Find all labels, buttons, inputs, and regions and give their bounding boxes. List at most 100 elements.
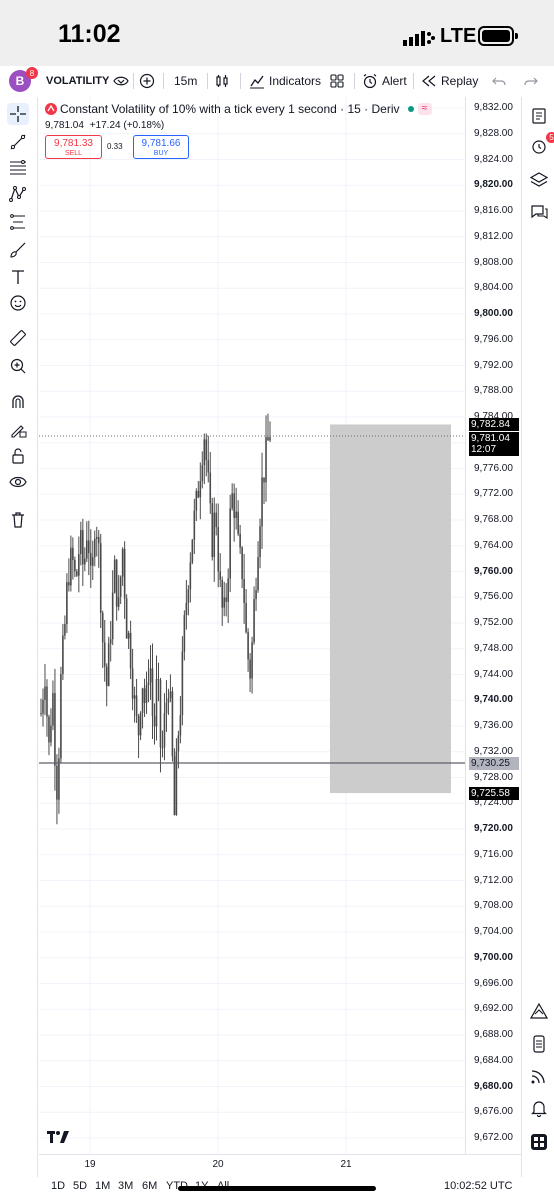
crosshair-icon	[10, 106, 26, 122]
candle-body	[207, 460, 210, 473]
range-1d[interactable]: 1D	[51, 1180, 65, 1192]
candle-body	[177, 735, 180, 752]
price-label: 9,672.00	[474, 1132, 513, 1143]
candle-body	[169, 691, 172, 699]
trend-line-tool[interactable]	[7, 131, 29, 153]
sell-button[interactable]: 9,781.33 SELL	[45, 135, 102, 159]
candle-body	[223, 597, 225, 608]
range-6m[interactable]: 6M	[142, 1180, 157, 1192]
alert-label: Alert	[382, 74, 407, 88]
price-label: 9,692.00	[474, 1003, 513, 1015]
fib-tool[interactable]	[7, 157, 29, 179]
candle-body	[253, 599, 255, 643]
chat-button[interactable]	[528, 201, 550, 223]
symbol-name: VOLATILITY	[46, 75, 110, 87]
layers-button[interactable]	[528, 169, 550, 191]
tradingview-logo	[47, 1130, 69, 1146]
candle-body	[56, 765, 58, 800]
price-label: 9,800.00	[474, 308, 513, 319]
market-status-dot	[407, 106, 414, 112]
pattern-tool[interactable]	[7, 183, 29, 205]
candle-body	[209, 472, 212, 504]
chart-type-button[interactable]	[214, 66, 230, 96]
price-label: 9,744.00	[474, 668, 513, 680]
legend-last-price: 9,781.04	[45, 120, 84, 131]
signal-icon	[403, 31, 435, 46]
home-indicator	[178, 1186, 376, 1191]
buy-button[interactable]: 9,781.66 BUY	[133, 135, 189, 159]
candle-body	[263, 477, 265, 483]
apps-button[interactable]	[528, 1131, 550, 1153]
magnet-tool[interactable]	[7, 391, 29, 413]
text-tool[interactable]	[7, 266, 29, 288]
interval-button[interactable]: 15m	[174, 66, 197, 96]
ruler-tool[interactable]	[7, 327, 29, 349]
remove-drawings-tool[interactable]	[7, 509, 29, 531]
notifications-button[interactable]	[528, 1097, 550, 1119]
indicators-icon	[250, 75, 264, 89]
undo-button[interactable]	[492, 66, 506, 96]
broadcast-button[interactable]	[528, 1065, 550, 1087]
templates-button[interactable]	[330, 66, 344, 96]
brush-tool[interactable]	[7, 239, 29, 261]
replay-button[interactable]: Replay	[421, 66, 478, 96]
trend-line-icon	[10, 134, 26, 150]
emoji-tool[interactable]	[7, 292, 29, 314]
indicators-button[interactable]: Indicators	[249, 66, 321, 96]
candle-body	[72, 547, 74, 561]
candle-body	[217, 527, 220, 572]
ideas-button[interactable]	[528, 1001, 550, 1023]
brush-icon	[10, 242, 26, 258]
sell-label: SELL	[64, 150, 83, 157]
apps-icon	[531, 1134, 547, 1150]
price-axis[interactable]: 9,832.00 9,828.00 9,824.00 9,820.00 9,816.00…	[465, 97, 521, 1154]
lock-drawings-tool[interactable]	[7, 419, 29, 441]
chart-pane[interactable]	[39, 97, 465, 1154]
candle-body	[225, 597, 227, 602]
candle-body	[84, 558, 86, 565]
redo-button[interactable]	[524, 66, 538, 96]
candle-body	[159, 679, 162, 748]
candle-body	[123, 548, 126, 599]
candle-body	[147, 682, 150, 686]
time-label: 21	[340, 1159, 352, 1170]
range-3m[interactable]: 3M	[118, 1180, 133, 1192]
forecast-tool[interactable]	[7, 211, 29, 233]
utc-clock[interactable]: 10:02:52 UTC	[444, 1180, 512, 1192]
range-1m[interactable]: 1M	[95, 1180, 110, 1192]
price-label: 9,772.00	[474, 488, 513, 500]
add-symbol-icon	[139, 73, 155, 89]
hide-drawings-tool[interactable]	[7, 471, 29, 493]
zoom-in-tool[interactable]	[7, 355, 29, 377]
time-axis[interactable]: 19 20 21	[39, 1154, 521, 1178]
calendar-button[interactable]	[528, 1033, 550, 1055]
alerts-button[interactable]: 5	[528, 132, 554, 157]
compare-button[interactable]	[139, 66, 155, 96]
status-bar: 11:02 LTE	[0, 0, 554, 66]
candle-body	[213, 512, 216, 558]
alert-button[interactable]: Alert	[362, 66, 407, 96]
candle-body	[68, 582, 70, 586]
notifications-icon	[531, 1101, 547, 1117]
crosshair-tool[interactable]	[7, 103, 29, 125]
fib-icon	[10, 160, 26, 175]
range-5d[interactable]: 5D	[73, 1180, 87, 1192]
candle-body	[82, 530, 84, 565]
watchlist-button[interactable]	[528, 105, 550, 127]
tradingview-logo-icon	[47, 1131, 69, 1143]
price-label: 9,792.00	[474, 359, 513, 371]
candle-body	[211, 503, 214, 558]
price-label: 9,728.00	[474, 771, 513, 783]
lock-tool[interactable]	[7, 445, 29, 467]
drawing-toolbar	[0, 97, 38, 1177]
candle-body	[237, 511, 239, 534]
candle-body	[70, 547, 72, 586]
candle-body	[191, 539, 194, 563]
symbol-search-button[interactable]: VOLATILITY	[46, 66, 130, 96]
lock-drawings-icon	[11, 425, 27, 438]
price-chart[interactable]	[39, 97, 465, 1154]
candle-body	[151, 668, 154, 717]
price-label: 9,684.00	[474, 1054, 513, 1066]
undo-icon	[492, 77, 506, 86]
price-label: 9,696.00	[474, 977, 513, 989]
